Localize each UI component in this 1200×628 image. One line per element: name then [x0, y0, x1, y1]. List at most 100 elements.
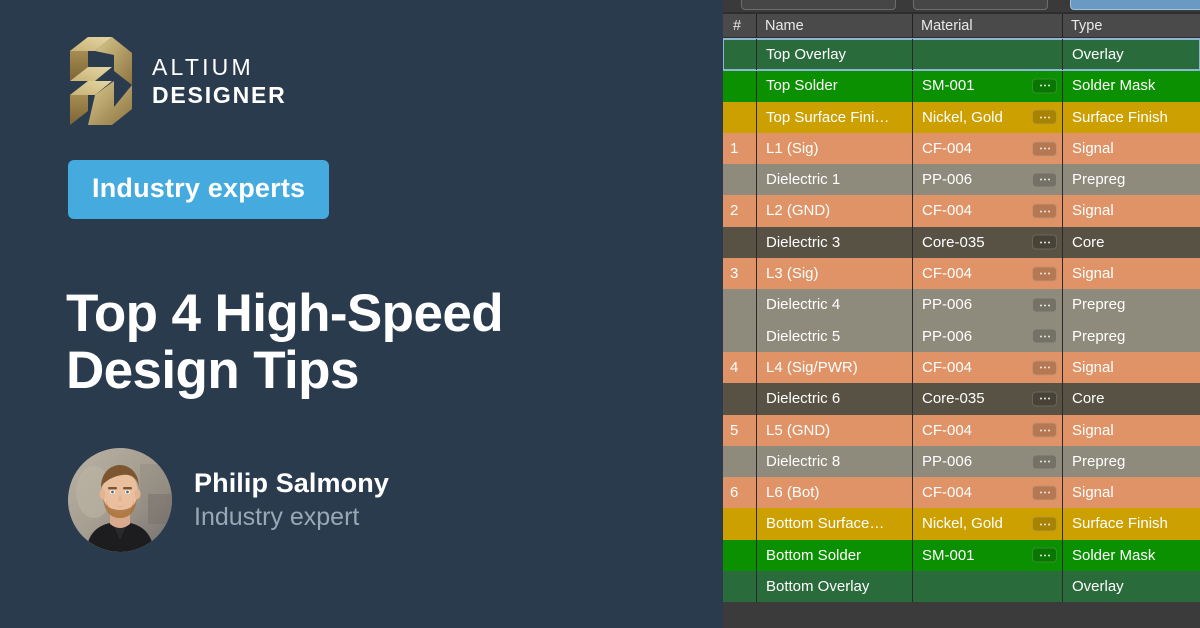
cell-index: 1	[730, 139, 739, 157]
ellipsis-icon[interactable]	[1032, 78, 1057, 94]
table-row[interactable]: Dielectric 8 PP-006 Prepreg	[723, 445, 1200, 478]
cell-material: CF-004	[912, 132, 1062, 165]
cell-index	[723, 321, 756, 352]
cell-name: Bottom Overlay	[756, 571, 912, 603]
brand-name-designer: DESIGNER	[152, 81, 287, 108]
cell-type: Signal	[1062, 195, 1200, 227]
altium-designer-logo: ALTIUM DESIGNER	[68, 33, 287, 129]
ellipsis-icon[interactable]	[1032, 454, 1057, 469]
ellipsis-icon[interactable]	[1032, 203, 1057, 219]
cell-name: L1 (Sig)	[756, 132, 912, 165]
table-row[interactable]: Dielectric 4 PP-006 Prepreg	[723, 289, 1200, 321]
cell-material: Nickel, Gold	[912, 508, 1062, 540]
cell-material: SM-001	[912, 539, 1062, 572]
column-header-name[interactable]: Name	[756, 14, 912, 38]
cell-material: CF-004	[912, 477, 1062, 509]
table-row[interactable]: Dielectric 3 Core-035 Core	[723, 226, 1200, 259]
table-footer-gap	[723, 614, 1200, 628]
ellipsis-icon[interactable]	[1032, 485, 1057, 501]
ellipsis-icon[interactable]	[1032, 141, 1057, 157]
cell-name: L6 (Bot)	[756, 477, 912, 509]
cell-index: 2	[730, 202, 739, 220]
table-row[interactable]: 5 L5 (GND) CF-004 Signal	[723, 414, 1200, 446]
toolbar-button-3-active[interactable]	[1070, 0, 1200, 10]
cell-name: L2 (GND)	[756, 195, 912, 227]
ellipsis-icon[interactable]	[1032, 234, 1057, 250]
ellipsis-icon[interactable]	[1032, 391, 1057, 407]
cell-name: Dielectric 8	[756, 445, 912, 478]
ellipsis-icon[interactable]	[1032, 172, 1057, 188]
cell-material: Nickel, Gold	[912, 101, 1062, 133]
cell-index: 6	[730, 484, 739, 502]
table-row[interactable]: Top Solder SM-001 Solder Mask	[723, 70, 1200, 102]
cell-index	[723, 540, 756, 571]
cell-type: Overlay	[1062, 571, 1200, 603]
table-row[interactable]: Top Surface Fini… Nickel, Gold Surface Fin…	[723, 101, 1200, 133]
table-row[interactable]: Dielectric 5 PP-006 Prepreg	[723, 320, 1200, 352]
cell-material: Core-035	[912, 383, 1062, 415]
table-row[interactable]: Dielectric 1 PP-006 Prepreg	[723, 164, 1200, 196]
cell-index: 4	[730, 358, 739, 376]
table-header-row: # Name Material Type	[723, 14, 1200, 38]
cell-index	[723, 70, 756, 101]
author-name: Philip Salmony	[194, 468, 389, 498]
ellipsis-icon[interactable]	[1032, 422, 1057, 438]
cell-name: Dielectric 1	[756, 164, 912, 196]
toolbar-button-2[interactable]	[913, 0, 1048, 10]
cell-material: PP-006	[912, 289, 1062, 321]
ellipsis-icon[interactable]	[1032, 266, 1057, 282]
cell-type: Solder Mask	[1062, 539, 1200, 572]
app-toolbar	[723, 0, 1200, 12]
cell-name: Dielectric 3	[756, 226, 912, 259]
cell-index	[723, 39, 756, 70]
table-row[interactable]: 1 L1 (Sig) CF-004 Signal	[723, 132, 1200, 165]
cell-material: PP-006	[912, 164, 1062, 196]
table-row[interactable]: Dielectric 6 Core-035 Core	[723, 383, 1200, 415]
cell-name: L4 (Sig/PWR)	[756, 351, 912, 384]
layer-stack-manager-panel: # Name Material Type Top Overlay Overlay T…	[723, 0, 1200, 628]
cell-index	[723, 508, 756, 539]
cell-material: CF-004	[912, 258, 1062, 290]
avatar	[68, 448, 172, 552]
cell-index	[723, 571, 756, 602]
cell-material: CF-004	[912, 351, 1062, 384]
ellipsis-icon[interactable]	[1032, 297, 1057, 313]
cell-material: PP-006	[912, 320, 1062, 352]
cell-type: Prepreg	[1062, 164, 1200, 196]
altium-logo-mark-icon	[68, 33, 134, 129]
cell-index: 5	[730, 421, 739, 439]
table-row[interactable]: 2 L2 (GND) CF-004 Signal	[723, 195, 1200, 227]
cell-material	[912, 571, 1062, 603]
page-title-line-2: Design Tips	[66, 341, 359, 401]
table-row[interactable]: 3 L3 (Sig) CF-004 Signal	[723, 258, 1200, 290]
cell-type: Signal	[1062, 351, 1200, 384]
brand-name-altium: ALTIUM	[152, 53, 254, 80]
table-row[interactable]: Bottom Overlay Overlay	[723, 571, 1200, 603]
cell-name: Top Surface Fini…	[756, 101, 912, 133]
table-row[interactable]: Bottom Solder SM-001 Solder Mask	[723, 539, 1200, 572]
column-header-material[interactable]: Material	[912, 14, 1062, 38]
ellipsis-icon[interactable]	[1032, 328, 1057, 344]
cell-type: Signal	[1062, 477, 1200, 509]
cell-index: 3	[730, 265, 739, 283]
cell-type: Signal	[1062, 258, 1200, 290]
ellipsis-icon[interactable]	[1032, 547, 1057, 563]
cell-index	[723, 383, 756, 414]
ellipsis-icon[interactable]	[1032, 109, 1057, 125]
toolbar-button-1[interactable]	[741, 0, 896, 10]
cell-name: Bottom Solder	[756, 539, 912, 572]
table-row[interactable]: Top Overlay Overlay	[723, 37, 1200, 72]
cell-index	[723, 446, 756, 477]
cell-name: Top Solder	[756, 70, 912, 102]
cell-index	[723, 164, 756, 195]
table-row[interactable]: 6 L6 (Bot) CF-004 Signal	[723, 477, 1200, 509]
column-header-index[interactable]: #	[723, 14, 756, 38]
ellipsis-icon[interactable]	[1032, 360, 1057, 376]
ellipsis-icon[interactable]	[1032, 516, 1057, 532]
cell-type: Prepreg	[1062, 320, 1200, 352]
cell-name: Dielectric 5	[756, 320, 912, 352]
table-row[interactable]: 4 L4 (Sig/PWR) CF-004 Signal	[723, 351, 1200, 384]
column-header-type[interactable]: Type	[1062, 14, 1200, 38]
table-row[interactable]: Bottom Surface… Nickel, Gold Surface Finis…	[723, 508, 1200, 540]
cell-type: Surface Finish	[1062, 101, 1200, 133]
